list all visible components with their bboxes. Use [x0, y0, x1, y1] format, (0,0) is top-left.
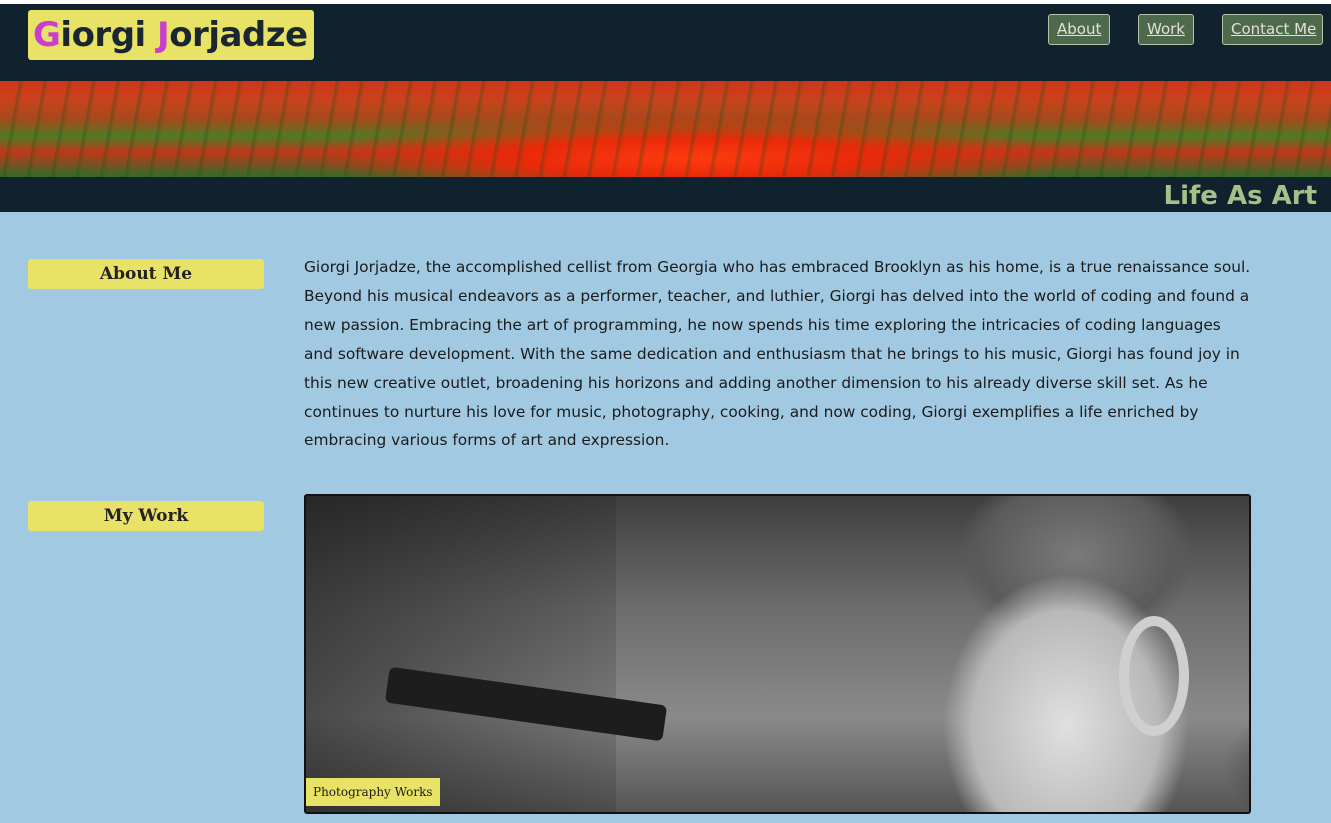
- about-heading: About Me: [28, 259, 264, 289]
- about-text: Giorgi Jorjadze, the accomplished cellis…: [304, 258, 1251, 450]
- logo-text-first: iorgi: [60, 15, 158, 55]
- tagline-bar: Life As Art: [0, 177, 1331, 212]
- nav-work-button[interactable]: Work: [1138, 14, 1194, 45]
- site-header: Giorgi Jorjadze About Work Contact Me: [0, 4, 1331, 81]
- photo-caption[interactable]: Photography Works: [306, 778, 440, 806]
- photo-background-shade: [306, 496, 616, 812]
- site-logo[interactable]: Giorgi Jorjadze: [28, 10, 314, 60]
- banner-image: [0, 81, 1331, 177]
- portrait-photo[interactable]: Photography Works: [304, 494, 1251, 814]
- cello-scroll-shape: [1119, 616, 1189, 736]
- nav-about-button[interactable]: About: [1048, 14, 1110, 45]
- logo-initial-j: J: [157, 15, 170, 55]
- work-heading: My Work: [28, 501, 264, 531]
- logo-text-last: orjadze: [169, 15, 308, 55]
- tagline: Life As Art: [1163, 181, 1318, 211]
- logo-initial-g: G: [33, 15, 61, 55]
- nav-contact-button[interactable]: Contact Me: [1222, 14, 1323, 45]
